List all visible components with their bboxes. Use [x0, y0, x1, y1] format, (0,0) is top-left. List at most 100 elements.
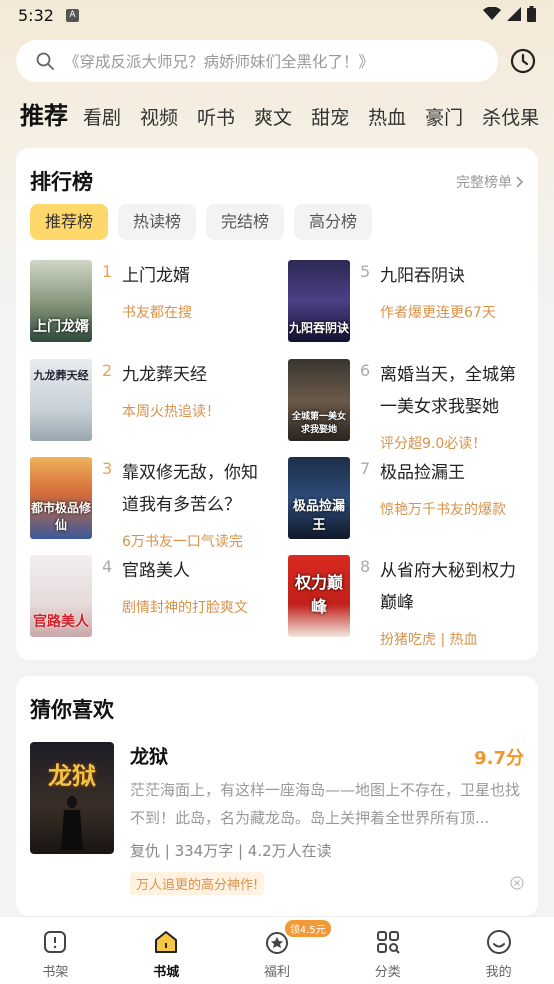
chevron-right-icon: [516, 176, 524, 188]
cover-title: 官路美人: [33, 614, 89, 630]
tab-drama[interactable]: 看剧: [83, 104, 121, 132]
tab-rich-family[interactable]: 豪门: [425, 104, 463, 132]
book-title: 从省府大秘到权力巅峰: [380, 561, 516, 613]
book-tagline: 本周火热追读！: [122, 404, 220, 420]
book-tag: 万人追更的高分神作!: [130, 872, 265, 895]
search-input[interactable]: 《穿成反派大师兄？病娇师妹们全黑化了！》: [16, 40, 498, 82]
category-icon: [376, 931, 400, 954]
rank-number: 3: [102, 459, 113, 478]
book-cover: 极品捡漏王: [288, 457, 350, 539]
rank-item[interactable]: 都市极品修仙 3 靠双修无敌，你知道我有多苦么？ 6万书友一口气读完: [30, 457, 270, 557]
book-title: 九龙葬天经: [122, 365, 207, 385]
book-description: 茫茫海面上，有这样一座海岛——地图上不存在，卫星也找不到！此岛，名为藏龙岛。岛上…: [130, 781, 521, 827]
tab-video[interactable]: 视频: [140, 104, 178, 132]
cover-title: 都市极品修仙: [30, 501, 91, 532]
book-tagline: 书友都在搜: [122, 305, 192, 321]
nav-label: 我的: [485, 965, 512, 980]
guess-title: 猜你喜欢: [30, 698, 114, 722]
cover-title: 九阳吞阴诀: [288, 321, 349, 335]
bookshelf-icon: [44, 931, 67, 953]
nav-label: 分类: [374, 965, 401, 980]
book-cover: 九阳吞阴诀: [288, 260, 350, 342]
ranking-title: 排行榜: [30, 170, 93, 194]
search-icon: [36, 52, 54, 70]
rank-number: 4: [102, 557, 113, 576]
rank-item[interactable]: 上门龙婿 1 上门龙婿 书友都在搜: [30, 260, 270, 344]
nav-bookstore[interactable]: 书城: [111, 917, 222, 984]
book-title: 上门龙婿: [122, 266, 190, 286]
tab-sweet[interactable]: 甜宠: [311, 104, 349, 132]
book-tagline: 评分超9.0必读！: [380, 436, 487, 452]
rank-number: 1: [102, 262, 113, 281]
rank-item[interactable]: 权力巅峰 8 从省府大秘到权力巅峰 扮猪吃虎 | 热血: [288, 555, 528, 655]
rank-item[interactable]: 官路美人 4 官路美人 剧情封神的打脸爽文: [30, 555, 270, 639]
rank-item[interactable]: 全城第一美女求我娶她 6 离婚当天，全城第一美女求我娶她 评分超9.0必读！: [288, 359, 528, 459]
notification-a-icon: A: [66, 9, 79, 22]
book-tagline: 惊艳万千书友的爆款: [380, 502, 506, 518]
book-title: 九阳吞阴诀: [380, 266, 465, 286]
book-tagline: 作者爆更连更67天: [380, 305, 496, 321]
battery-icon: [527, 6, 536, 22]
book-tagline: 剧情封神的打脸爽文: [122, 600, 248, 616]
tab-hot-blood[interactable]: 热血: [368, 104, 406, 132]
ranking-card: 排行榜 完整榜单 推荐榜 热读榜 完结榜 高分榜 上门龙婿 1 上门龙婿 书友都…: [16, 148, 538, 660]
tab-recommend[interactable]: 推荐: [20, 100, 68, 132]
ranking-chips: 推荐榜 热读榜 完结榜 高分榜: [30, 204, 373, 240]
cover-title: 龙狱: [48, 762, 96, 790]
book-title: 极品捡漏王: [380, 463, 465, 483]
cover-title: 极品捡漏王: [292, 499, 345, 533]
nav-label: 书城: [153, 965, 180, 980]
book-cover[interactable]: 龙狱: [30, 742, 114, 854]
search-placeholder: 《穿成反派大师兄？病娇师妹们全黑化了！》: [64, 53, 375, 71]
rank-number: 6: [360, 361, 371, 380]
nav-welfare[interactable]: 领4.5元 福利: [222, 917, 333, 984]
rank-number: 8: [360, 557, 371, 576]
nav-bookshelf[interactable]: 书架: [0, 917, 111, 984]
welfare-badge: 领4.5元: [284, 920, 331, 937]
rank-number: 2: [102, 361, 113, 380]
status-indicators: [483, 6, 536, 22]
full-list-link[interactable]: 完整榜单: [456, 172, 524, 192]
full-list-label: 完整榜单: [456, 175, 512, 191]
rank-number: 7: [360, 459, 371, 478]
book-title: 官路美人: [122, 561, 190, 581]
chip-hot-read[interactable]: 热读榜: [118, 204, 197, 240]
book-cover: 都市极品修仙: [30, 457, 92, 539]
rank-item[interactable]: 极品捡漏王 7 极品捡漏王 惊艳万千书友的爆款: [288, 457, 528, 541]
chip-high-score[interactable]: 高分榜: [294, 204, 373, 240]
signal-icon: [507, 7, 521, 21]
status-bar: 5:32 A: [0, 0, 554, 32]
cover-title: 全城第一美女求我娶她: [291, 412, 346, 435]
book-title[interactable]: 龙狱: [130, 742, 168, 769]
chip-completed[interactable]: 完结榜: [206, 204, 285, 240]
bottom-navigation: 书架 书城 领4.5元 福利 分类 我的: [0, 916, 554, 984]
book-cover: 九龙葬天经: [30, 359, 92, 441]
tab-shuangwen[interactable]: 爽文: [254, 104, 292, 132]
profile-icon: [486, 930, 511, 954]
history-button[interactable]: [508, 46, 538, 76]
dismiss-icon[interactable]: [510, 876, 524, 890]
cover-title: 权力巅峰: [294, 573, 343, 616]
bookstore-icon: [155, 931, 178, 953]
tab-killing[interactable]: 杀伐果: [482, 104, 539, 132]
book-meta: 复仇 | 334万字 | 4.2万人在读: [130, 842, 332, 860]
chip-recommend[interactable]: 推荐榜: [30, 204, 109, 240]
cover-title: 九龙葬天经: [33, 369, 89, 382]
rank-item[interactable]: 九龙葬天经 2 九龙葬天经 本周火热追读！: [30, 359, 270, 443]
cover-title: 上门龙婿: [33, 319, 89, 335]
book-cover: 官路美人: [30, 555, 92, 637]
rank-number: 5: [360, 262, 371, 281]
nav-category[interactable]: 分类: [332, 917, 443, 984]
nav-label: 书架: [42, 965, 69, 980]
status-time: 5:32: [18, 6, 54, 25]
book-tagline: 6万书友一口气读完: [122, 534, 243, 550]
rank-item[interactable]: 九阳吞阴诀 5 九阳吞阴诀 作者爆更连更67天: [288, 260, 528, 344]
tab-audiobook[interactable]: 听书: [197, 104, 235, 132]
nav-profile[interactable]: 我的: [443, 917, 554, 984]
book-title: 离婚当天，全城第一美女求我娶她: [380, 365, 516, 417]
book-cover: 权力巅峰: [288, 555, 350, 637]
book-score: 9.7分: [474, 748, 524, 769]
book-cover: 上门龙婿: [30, 260, 92, 342]
book-tagline: 扮猪吃虎 | 热血: [380, 632, 478, 648]
cover-figure-icon: [61, 796, 83, 850]
